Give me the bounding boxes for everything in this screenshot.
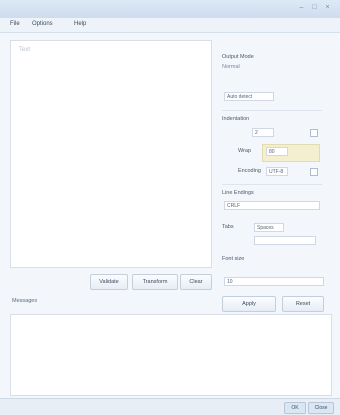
font-size-field[interactable]: 10 bbox=[224, 277, 324, 286]
line-endings-field[interactable]: CRLF bbox=[224, 201, 320, 210]
divider bbox=[222, 184, 322, 185]
ok-button[interactable]: OK bbox=[284, 402, 306, 414]
tabs-secondary-field[interactable] bbox=[254, 236, 316, 245]
close-dialog-button[interactable]: Close bbox=[308, 402, 334, 414]
messages-pane[interactable] bbox=[10, 314, 332, 396]
minimize-button[interactable]: – bbox=[296, 3, 307, 13]
settings-panel: Output Mode Normal Auto detect Indentati… bbox=[218, 40, 330, 312]
line-endings-label: Line Endings bbox=[222, 190, 254, 196]
encoding-label: Encoding bbox=[238, 168, 261, 174]
title-bar: – □ × bbox=[0, 0, 340, 19]
maximize-button[interactable]: □ bbox=[309, 3, 320, 13]
text-editor[interactable]: Text bbox=[10, 40, 212, 268]
divider bbox=[222, 110, 322, 111]
output-mode-value: Normal bbox=[222, 64, 240, 70]
editor-placeholder: Text bbox=[19, 47, 31, 53]
app-window: – □ × File Options Help Text Validate Tr… bbox=[0, 0, 340, 415]
apply-button[interactable]: Apply bbox=[222, 296, 276, 312]
encoding-field[interactable]: UTF-8 bbox=[266, 167, 288, 176]
detect-field[interactable]: Auto detect bbox=[224, 92, 274, 101]
indentation-label: Indentation bbox=[222, 116, 250, 122]
encoding-checkbox[interactable] bbox=[310, 168, 318, 176]
validate-button[interactable]: Validate bbox=[90, 274, 128, 290]
messages-label: Messages bbox=[12, 298, 38, 304]
font-size-label: Font size bbox=[222, 256, 245, 262]
status-bar: OK Close bbox=[0, 398, 340, 415]
action-bar: Validate Transform Clear bbox=[10, 270, 212, 292]
tabs-select[interactable]: Spaces bbox=[254, 223, 284, 232]
transform-button[interactable]: Transform bbox=[132, 274, 178, 290]
wrap-field[interactable]: 80 bbox=[266, 147, 288, 156]
menu-help[interactable]: Help bbox=[74, 21, 86, 27]
output-mode-label: Output Mode bbox=[222, 54, 254, 60]
reset-button[interactable]: Reset bbox=[282, 296, 324, 312]
wrap-label: Wrap bbox=[238, 148, 252, 154]
clear-button[interactable]: Clear bbox=[180, 274, 212, 290]
menu-file[interactable]: File bbox=[10, 21, 20, 27]
tabs-label: Tabs bbox=[222, 224, 234, 230]
indent-field[interactable]: 2 bbox=[252, 128, 274, 137]
close-button[interactable]: × bbox=[322, 3, 333, 13]
indent-checkbox[interactable] bbox=[310, 129, 318, 137]
menu-options[interactable]: Options bbox=[32, 21, 53, 27]
menu-bar: File Options Help bbox=[0, 18, 340, 33]
